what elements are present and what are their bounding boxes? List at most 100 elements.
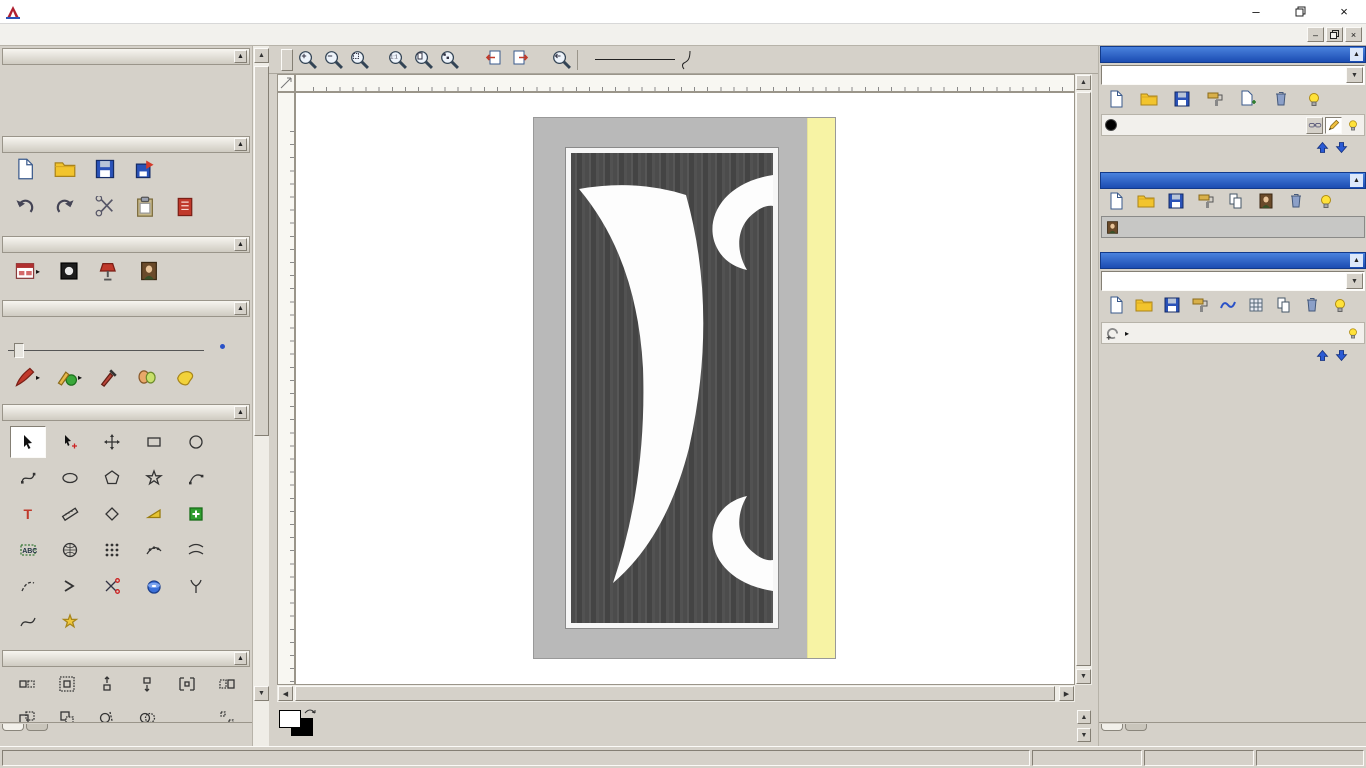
join-vectors-tool[interactable] xyxy=(52,570,88,602)
layer-link-button[interactable] xyxy=(1306,117,1323,134)
star-tool[interactable] xyxy=(136,462,172,494)
select-vectors-tool[interactable] xyxy=(10,426,46,458)
layer-colour-swatch[interactable] xyxy=(1105,119,1117,131)
slice-vectors-tool[interactable] xyxy=(90,704,124,722)
save-relief-layer-button[interactable] xyxy=(1163,296,1181,314)
bitmap-layer-row[interactable] xyxy=(1101,216,1365,238)
minimize-button[interactable]: – xyxy=(1234,0,1278,24)
collapse-button[interactable]: ▲ xyxy=(1350,48,1363,61)
wand-star-tool[interactable] xyxy=(52,606,88,638)
merge-relief-button[interactable] xyxy=(1191,296,1209,314)
vectors-header[interactable]: ▲ xyxy=(1100,46,1366,63)
arc-fit-tool[interactable] xyxy=(10,570,46,602)
ellipse-tool[interactable] xyxy=(52,462,88,494)
position-combine-header[interactable]: ▲ xyxy=(2,650,250,667)
save-bitmap-layer-button[interactable] xyxy=(1167,192,1185,210)
delete-relief-button[interactable] xyxy=(1303,296,1321,314)
measure-tool[interactable] xyxy=(52,498,88,530)
calculate-relief-button[interactable] xyxy=(1247,296,1265,314)
sheet-selector[interactable]: ▼ xyxy=(1101,65,1365,85)
group-vectors-tool[interactable] xyxy=(170,670,204,698)
intersect-vectors-tool[interactable] xyxy=(130,704,164,722)
weld-vectors-tool[interactable] xyxy=(10,704,44,722)
dropdown-arrow-icon[interactable]: ▼ xyxy=(1346,273,1363,289)
open-bitmap-layer-button[interactable] xyxy=(1137,192,1155,210)
save-model-button[interactable] xyxy=(94,158,116,180)
fillet-tool[interactable] xyxy=(136,498,172,530)
align-bottom-tool[interactable] xyxy=(130,670,164,698)
polyline-tool[interactable] xyxy=(10,462,46,494)
paste-button[interactable] xyxy=(134,196,156,218)
collapse-button[interactable]: ▲ xyxy=(234,50,247,63)
colour-picker-button[interactable]: ▸ xyxy=(56,366,82,388)
restore-button[interactable] xyxy=(1278,0,1322,24)
door-artwork[interactable] xyxy=(534,118,835,658)
bitmap-tools-header[interactable]: ▲ xyxy=(2,300,250,317)
collapse-button[interactable]: ▲ xyxy=(234,406,247,419)
scroll-thumb[interactable] xyxy=(295,686,1055,701)
offset-vector-tool[interactable] xyxy=(94,498,130,530)
distribute-tool[interactable] xyxy=(210,704,244,722)
zoom-1to1-button[interactable]: 1:1 xyxy=(387,49,409,71)
file-section-header[interactable]: ▲ xyxy=(2,136,250,153)
primary-colour-chip[interactable] xyxy=(279,710,301,728)
new-relief-layer-button[interactable] xyxy=(1107,296,1125,314)
layer-visibility-button[interactable] xyxy=(1344,325,1361,342)
open-relief-layer-button[interactable] xyxy=(1135,296,1153,314)
view-3d-button[interactable] xyxy=(281,49,293,71)
ungroup-vectors-tool[interactable] xyxy=(210,670,244,698)
relief-preview-button[interactable] xyxy=(1275,296,1293,314)
new-sheet-button[interactable] xyxy=(1239,90,1257,108)
blend-vectors-tool[interactable] xyxy=(178,534,214,566)
scroll-left-button[interactable]: ◀ xyxy=(278,686,293,701)
next-view-button[interactable] xyxy=(511,49,533,71)
smooth-relief-button[interactable] xyxy=(1219,296,1237,314)
polygon-tool[interactable] xyxy=(94,462,130,494)
text-block-tool[interactable]: ABC xyxy=(10,534,46,566)
scroll-down-button[interactable]: ▼ xyxy=(1076,669,1091,684)
block-copy-tool[interactable] xyxy=(94,534,130,566)
zoom-box-button[interactable] xyxy=(349,49,371,71)
wrap-vectors-tool[interactable] xyxy=(52,534,88,566)
scroll-thumb[interactable] xyxy=(254,66,269,436)
model-preview-button[interactable] xyxy=(138,260,160,282)
ruler-origin-box[interactable] xyxy=(277,74,295,92)
scroll-up-button[interactable]: ▲ xyxy=(1076,75,1091,90)
new-model-button[interactable] xyxy=(14,158,36,180)
new-bitmap-layer-button[interactable] xyxy=(1107,192,1125,210)
drawing-canvas[interactable] xyxy=(295,92,1075,685)
collapse-button[interactable]: ▲ xyxy=(234,238,247,251)
previous-view-button[interactable] xyxy=(485,49,507,71)
transform-vectors-tool[interactable] xyxy=(94,426,130,458)
tab-layers[interactable] xyxy=(1101,724,1123,731)
set-model-size-button[interactable]: ▸ xyxy=(14,260,40,282)
section-profile-tool[interactable] xyxy=(10,606,46,638)
mdi-close-button[interactable]: × xyxy=(1345,27,1362,42)
zoom-in-button[interactable] xyxy=(297,49,319,71)
vector-tools-header[interactable]: ▲ xyxy=(2,404,250,421)
paste-along-curve-tool[interactable] xyxy=(136,534,172,566)
delete-layer-button[interactable] xyxy=(1272,90,1290,108)
redo-button[interactable] xyxy=(54,196,76,218)
save-vector-layer-button[interactable] xyxy=(1173,90,1191,108)
tab-addin[interactable] xyxy=(1125,724,1147,731)
draw-tool-button[interactable] xyxy=(98,366,120,388)
text-tool[interactable]: T xyxy=(10,498,46,530)
collapse-button[interactable]: ▲ xyxy=(234,138,247,151)
scroll-thumb[interactable] xyxy=(1076,92,1091,666)
bisector-tool[interactable] xyxy=(178,570,214,602)
move-relief-up-button[interactable] xyxy=(1315,348,1330,363)
dropdown-arrow-icon[interactable]: ▼ xyxy=(1346,67,1363,83)
open-vector-layer-button[interactable] xyxy=(1140,90,1158,108)
layer-visibility-button[interactable] xyxy=(1344,117,1361,134)
vector-layer-row[interactable] xyxy=(1101,114,1365,136)
toggle-bitmap-visibility-button[interactable] xyxy=(1317,192,1335,210)
collapse-button[interactable]: ▲ xyxy=(234,652,247,665)
relief-selector[interactable]: ▼ xyxy=(1101,271,1365,291)
subtract-vectors-tool[interactable] xyxy=(50,704,84,722)
circle-tool[interactable] xyxy=(178,426,214,458)
undo-button[interactable] xyxy=(14,196,36,218)
zoom-page-button[interactable] xyxy=(413,49,435,71)
palette-down-button[interactable]: ▼ xyxy=(1077,728,1091,742)
mdi-minimize-button[interactable]: – xyxy=(1307,27,1324,42)
